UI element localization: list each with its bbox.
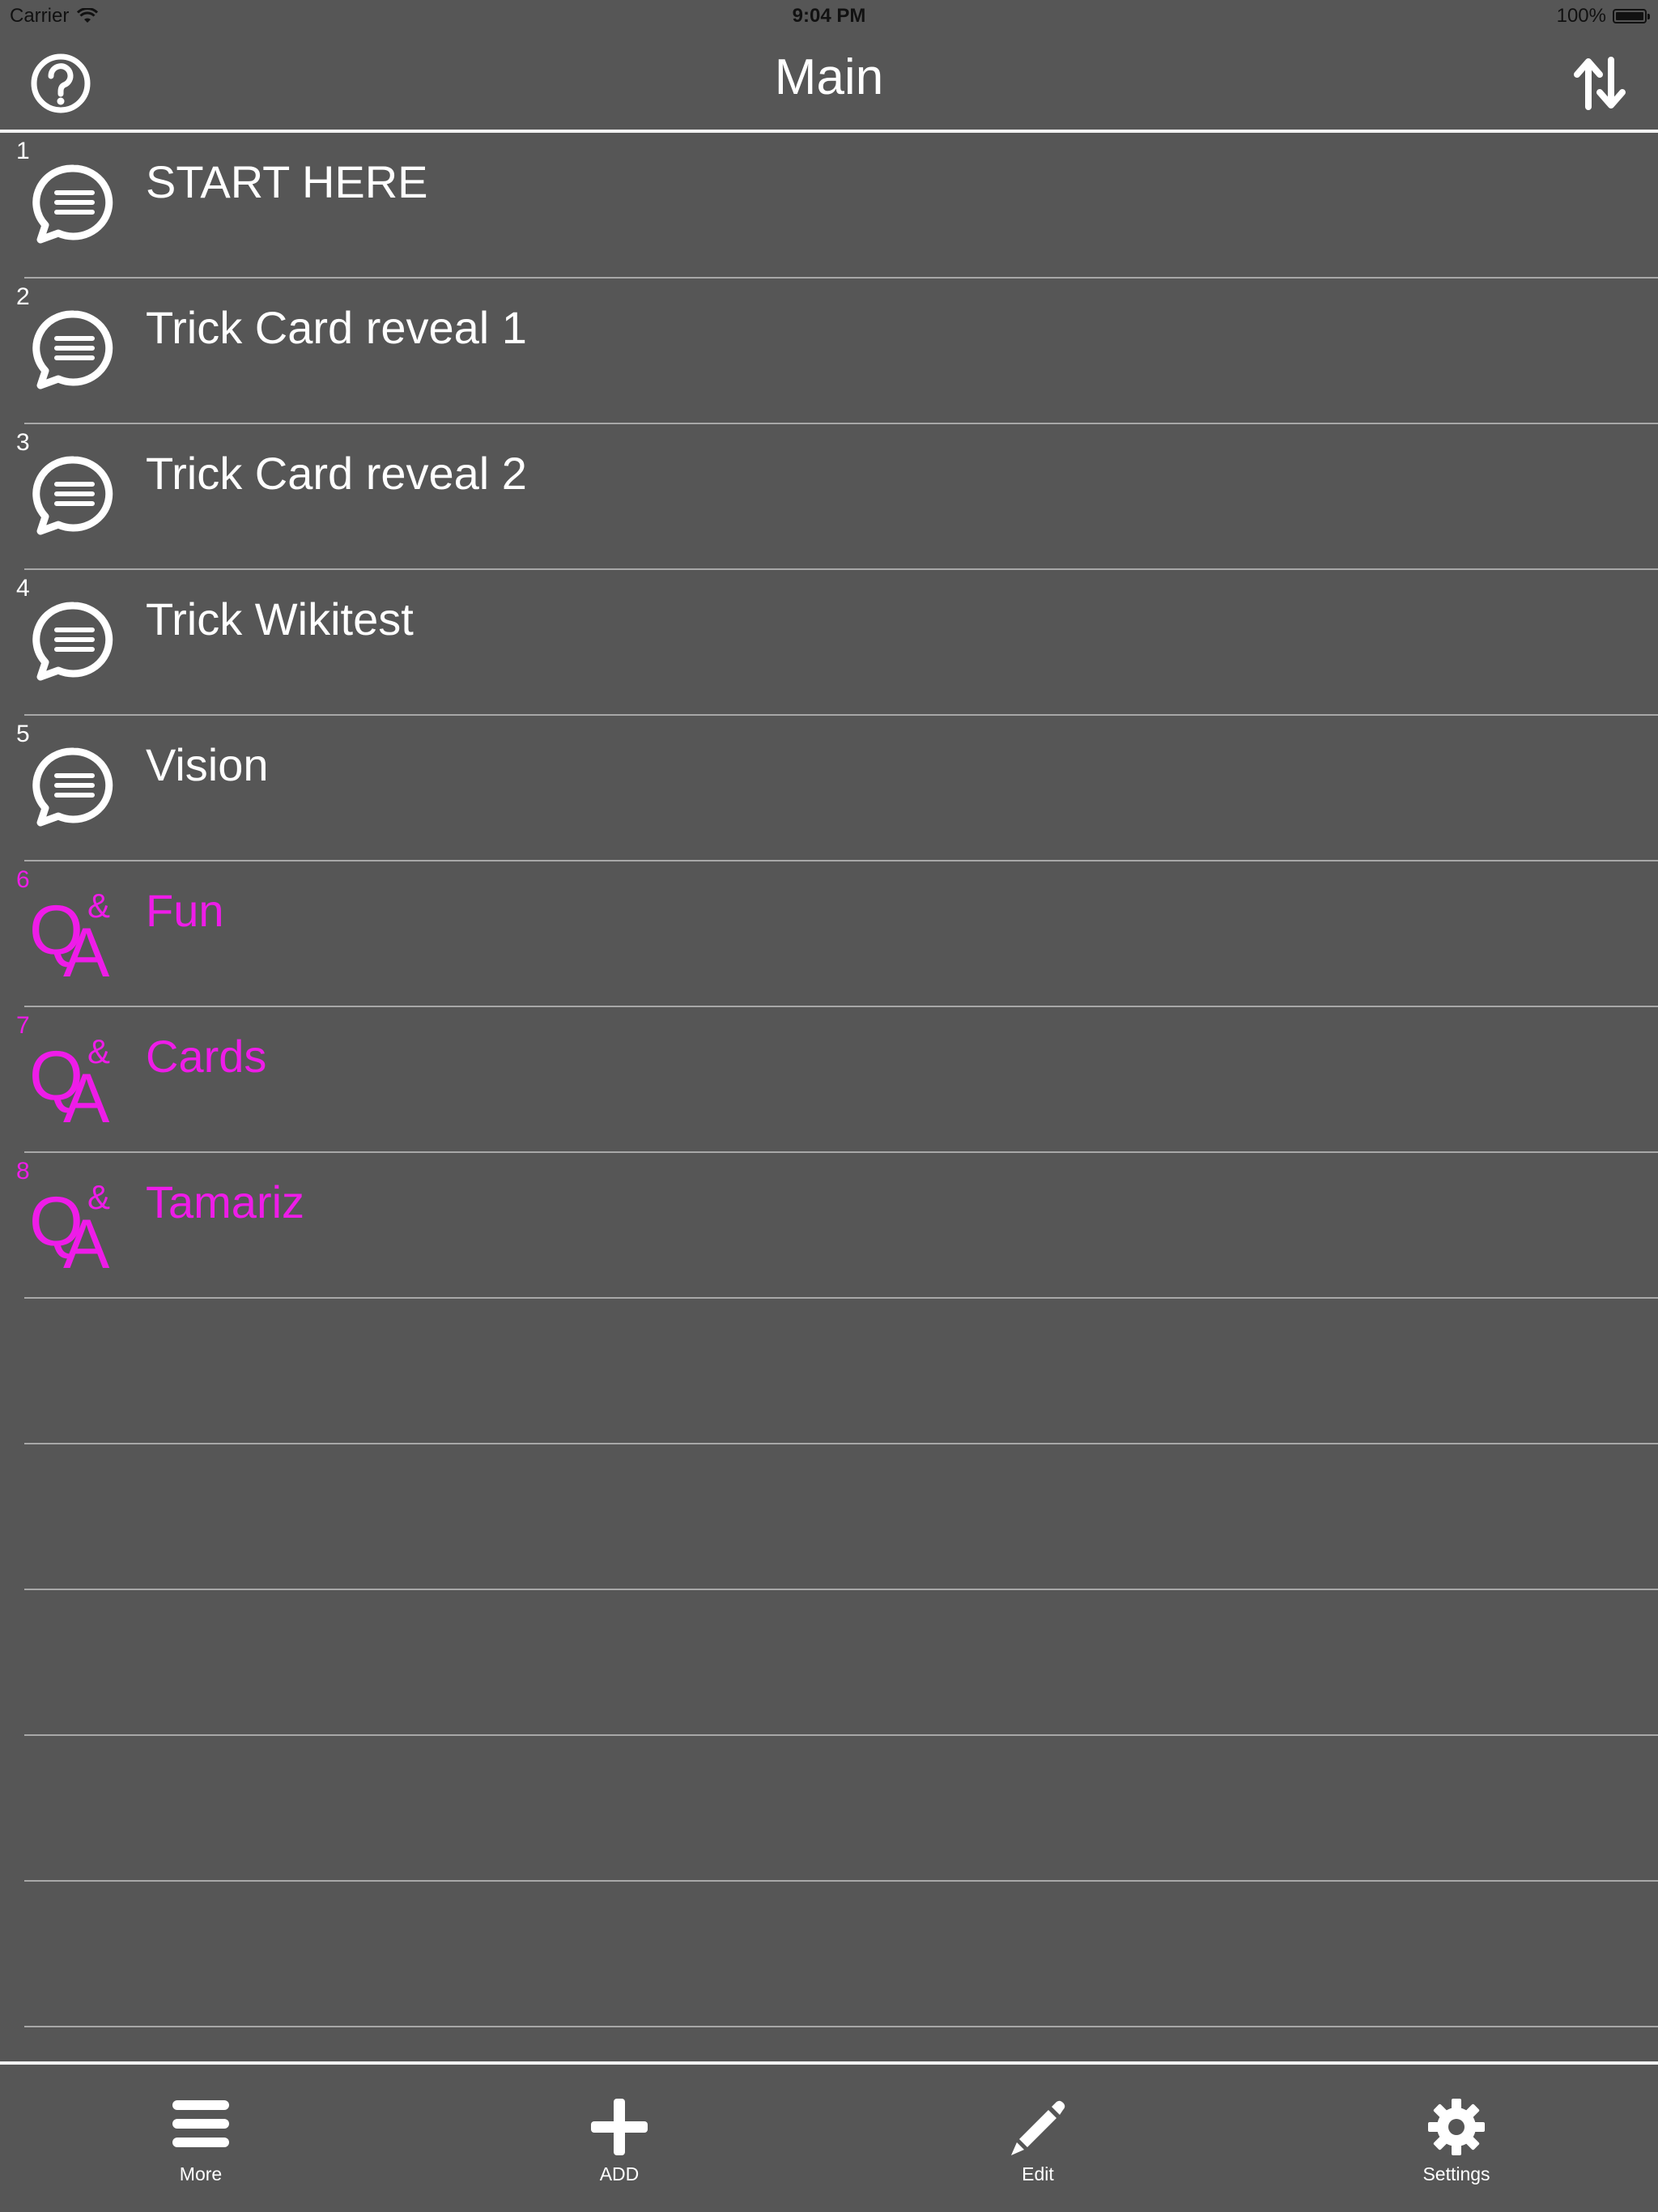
empty-row bbox=[0, 1299, 1658, 1444]
tab-bar: More ADD Edit Settings bbox=[0, 2065, 1658, 2212]
item-title: START HERE bbox=[146, 156, 428, 207]
list-item[interactable]: 4 Trick Wikitest bbox=[0, 570, 1658, 716]
list-item[interactable]: 3 Trick Card reveal 2 bbox=[0, 424, 1658, 570]
item-number: 3 bbox=[16, 429, 30, 456]
qa-icon: Q A & bbox=[29, 887, 111, 992]
list-item[interactable]: 7 Q A & Cards bbox=[0, 1007, 1658, 1153]
chat-bubble-icon bbox=[32, 310, 113, 389]
tab-add-label: ADD bbox=[599, 2163, 640, 2184]
item-number: 8 bbox=[16, 1158, 30, 1185]
item-number: 2 bbox=[16, 283, 30, 310]
empty-row bbox=[0, 1882, 1658, 2027]
pencil-icon bbox=[1011, 2100, 1065, 2155]
item-list: 1 START HERE 2 Trick Card reveal 1 3 Tri… bbox=[0, 133, 1658, 2027]
item-number: 7 bbox=[16, 1012, 30, 1039]
tab-more-label: More bbox=[179, 2163, 223, 2184]
chat-bubble-icon bbox=[32, 164, 113, 244]
status-battery: 100% bbox=[1556, 5, 1650, 28]
item-title: Fun bbox=[146, 885, 224, 936]
plus-icon bbox=[591, 2099, 648, 2155]
row-separator bbox=[24, 2026, 1658, 2027]
qa-icon: Q A & bbox=[29, 1178, 111, 1283]
list-item[interactable]: 5 Vision bbox=[0, 716, 1658, 861]
item-title: Vision bbox=[146, 739, 269, 790]
empty-row bbox=[0, 1736, 1658, 1882]
tab-more[interactable]: More bbox=[104, 2065, 298, 2212]
sort-arrows-icon bbox=[1574, 57, 1626, 110]
empty-row bbox=[0, 1590, 1658, 1736]
menu-icon bbox=[172, 2100, 229, 2147]
tab-settings[interactable]: Settings bbox=[1359, 2065, 1554, 2212]
tab-add[interactable]: ADD bbox=[522, 2065, 716, 2212]
list-item[interactable]: 8 Q A & Tamariz bbox=[0, 1153, 1658, 1299]
battery-percent: 100% bbox=[1556, 5, 1606, 27]
item-number: 5 bbox=[16, 721, 30, 747]
gear-icon bbox=[1428, 2099, 1485, 2155]
status-bar: Carrier 9:04 PM 100% bbox=[0, 0, 1658, 32]
chat-bubble-icon bbox=[32, 456, 113, 535]
tab-edit-label: Edit bbox=[1022, 2163, 1054, 2184]
item-number: 1 bbox=[16, 138, 30, 164]
list-item[interactable]: 2 Trick Card reveal 1 bbox=[0, 279, 1658, 424]
tab-edit[interactable]: Edit bbox=[941, 2065, 1135, 2212]
item-title: Trick Card reveal 2 bbox=[146, 448, 527, 499]
battery-icon bbox=[1613, 9, 1650, 23]
item-title: Trick Card reveal 1 bbox=[146, 302, 527, 353]
item-title: Trick Wikitest bbox=[146, 593, 414, 644]
chat-bubble-icon bbox=[32, 602, 113, 681]
tab-settings-label: Settings bbox=[1422, 2163, 1490, 2184]
status-time: 9:04 PM bbox=[792, 5, 866, 27]
list-item[interactable]: 6 Q A & Fun bbox=[0, 861, 1658, 1007]
item-number: 6 bbox=[16, 866, 30, 893]
item-number: 4 bbox=[16, 575, 30, 602]
page-title: Main bbox=[774, 49, 884, 105]
list-item[interactable]: 1 START HERE bbox=[0, 133, 1658, 279]
empty-row bbox=[0, 1444, 1658, 1590]
item-title: Cards bbox=[146, 1031, 267, 1082]
chat-bubble-icon bbox=[32, 747, 113, 827]
navigation-bar: Main bbox=[0, 32, 1658, 130]
qa-icon: Q A & bbox=[29, 1032, 111, 1138]
sort-button[interactable] bbox=[1571, 52, 1629, 115]
item-title: Tamariz bbox=[146, 1176, 305, 1227]
